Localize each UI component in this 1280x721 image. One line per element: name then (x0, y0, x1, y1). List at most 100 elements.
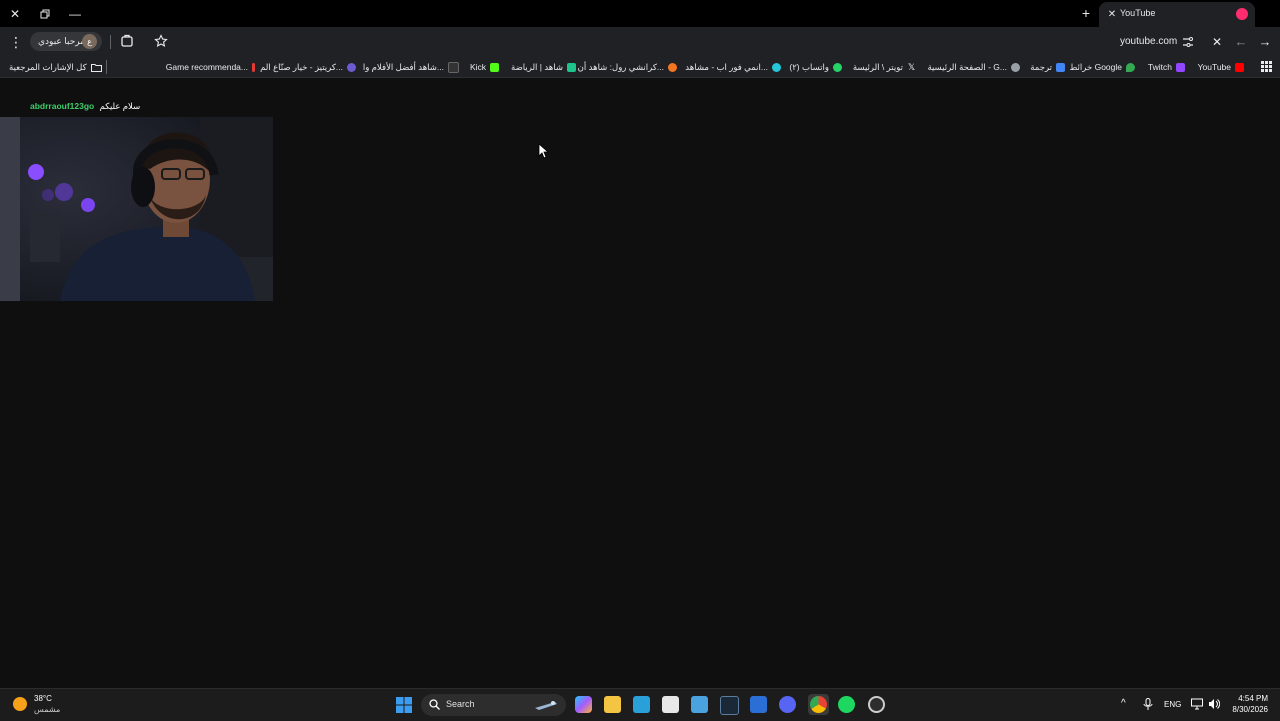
photos-icon[interactable] (633, 696, 650, 713)
streamer-webcam-image (0, 117, 273, 301)
bookmark-label: كرانشي رول: شاهد أن... (577, 61, 664, 72)
whatsapp-icon (833, 62, 842, 72)
divider (106, 60, 107, 74)
clock-time[interactable]: 4:54 PM (1234, 694, 1268, 703)
tab-youtube[interactable]: ✕ YouTube (1099, 2, 1255, 27)
youtube-favicon-icon (1236, 8, 1248, 20)
youtube-icon (1235, 62, 1244, 72)
bookmark-label: Twitch (1147, 62, 1172, 72)
bookmark-whatsapp[interactable]: (٢) واتساب (789, 60, 842, 74)
twitch-icon (1176, 62, 1185, 72)
microphone-icon[interactable] (1143, 698, 1153, 710)
tab-title: YouTube (1120, 8, 1156, 18)
bookmark-anime[interactable]: انمي فور اب - مشاهد... (685, 60, 781, 74)
microsoft-store-icon[interactable] (662, 696, 679, 713)
site-settings-icon[interactable] (1181, 35, 1195, 49)
language-indicator[interactable]: ENG (1164, 700, 1181, 709)
chat-username[interactable]: abdrraouf123go (30, 101, 94, 111)
spotify-icon[interactable] (838, 696, 855, 713)
bookmark-shahid-sports[interactable]: شاهد | الرياضة (511, 60, 576, 74)
taskbar: 38°C مشمس Search ^ ENG 4:54 PM 8/30/2026 (0, 688, 1280, 721)
game-icon (252, 62, 255, 72)
bookmark-kick[interactable]: Kick (470, 60, 499, 74)
search-icon (429, 699, 440, 710)
search-highlight-icon (535, 701, 557, 710)
all-bookmarks-folder[interactable]: كل الإشارات المرجعية (9, 60, 102, 74)
bookmark-twitter[interactable]: تويتر \ الرئيسة 𝕏 (853, 60, 916, 74)
bookmark-twitch[interactable]: Twitch (1148, 60, 1185, 74)
anime-icon (772, 62, 781, 72)
chat-message-text: سلام عليكم (99, 101, 141, 111)
obs-icon[interactable] (868, 696, 885, 713)
steam-icon[interactable] (720, 696, 739, 715)
chevron-up-icon[interactable]: ^ (1121, 698, 1126, 709)
bookmark-label: انمي فور اب - مشاهد... (685, 61, 768, 72)
maps-icon (1126, 62, 1135, 72)
bookmark-creators[interactable]: كريتيز - خيار صنّاع الم... (260, 60, 356, 74)
extensions-icon[interactable] (120, 34, 134, 48)
x-icon: 𝕏 (907, 61, 916, 72)
bookmark-translate[interactable]: ترجمة (1030, 60, 1065, 74)
bookmark-youtube[interactable]: YouTube (1198, 60, 1244, 74)
bookmark-star-icon[interactable] (154, 34, 168, 48)
discord-icon[interactable] (779, 696, 796, 713)
chrome-icon[interactable] (810, 696, 827, 713)
mouse-cursor-icon (538, 143, 550, 159)
bookmark-label: شاهد أفضل الأفلام وا... (362, 61, 444, 72)
apps-grid-icon[interactable] (1261, 61, 1272, 72)
restore-icon (40, 9, 50, 19)
windows-start-icon[interactable] (396, 697, 412, 713)
bookmark-label: تويتر \ الرئيسة (852, 61, 903, 72)
site-icon (1011, 62, 1020, 72)
mail-icon[interactable] (750, 696, 767, 713)
bookmark-label: Kick (469, 62, 486, 72)
bookmark-google-maps[interactable]: خرائط Google (1069, 60, 1135, 74)
minimize-window-button[interactable]: — (66, 5, 84, 23)
bookmark-label: شاهد | الرياضة (511, 61, 563, 72)
avatar: ع (82, 34, 97, 49)
app-window-icon[interactable] (691, 696, 708, 713)
bookmark-label: (٢) واتساب (789, 61, 829, 72)
creators-icon (347, 62, 356, 72)
menu-dots-icon[interactable]: ⋮ (9, 34, 23, 50)
search-placeholder: Search (446, 699, 475, 709)
bookmark-game-recommendations[interactable]: Game recommenda... (166, 60, 255, 74)
bookmark-label: Game recommenda... (165, 62, 248, 72)
back-arrow-icon[interactable]: ← (1234, 35, 1248, 49)
bookmark-label: كريتيز - خيار صنّاع الم... (260, 61, 343, 72)
divider (110, 35, 111, 49)
bookmark-label: كل الإشارات المرجعية (9, 61, 87, 72)
kick-icon (490, 62, 499, 72)
sun-weather-icon[interactable] (13, 697, 27, 711)
chat-message: abdrraouf123go سلام عليكم (30, 101, 140, 112)
restore-window-button[interactable] (36, 5, 54, 23)
folder-icon (90, 63, 102, 72)
file-explorer-icon[interactable] (604, 696, 621, 713)
volume-icon[interactable] (1208, 698, 1221, 710)
bookmark-label: خرائط Google (1069, 61, 1122, 72)
profile-name: مرحبا عبودي (38, 36, 86, 46)
crunchyroll-icon (668, 62, 677, 72)
tab-close-button[interactable]: ✕ (1105, 7, 1119, 21)
close-window-button[interactable]: ✕ (6, 5, 24, 23)
shahid-icon (567, 62, 576, 72)
bookmark-movies[interactable]: شاهد أفضل الأفلام وا... (363, 60, 459, 74)
weather-temperature[interactable]: 38°C (34, 694, 52, 703)
movies-icon (448, 61, 459, 73)
taskbar-search[interactable]: Search (421, 694, 566, 716)
bookmark-crunchyroll[interactable]: كرانشي رول: شاهد أن... (578, 60, 677, 74)
forward-arrow-icon[interactable]: → (1258, 35, 1272, 49)
copilot-icon[interactable] (575, 696, 592, 713)
address-bar-url[interactable]: youtube.com (1120, 36, 1177, 47)
new-tab-button[interactable]: + (1079, 5, 1093, 21)
translate-icon (1056, 62, 1065, 72)
clock-date[interactable]: 8/30/2026 (1226, 705, 1268, 714)
weather-description[interactable]: مشمس (34, 705, 60, 714)
browser-toolbar: ⋮ مرحبا عبودي ع youtube.com ✕ ← → (0, 27, 1280, 57)
stop-loading-icon[interactable]: ✕ (1210, 35, 1224, 49)
bookmark-homepage[interactable]: الصفحة الرئيسية - G... (927, 60, 1020, 74)
network-icon[interactable] (1191, 698, 1203, 710)
bookmark-label: ترجمة (1030, 61, 1052, 72)
bookmark-label: الصفحة الرئيسية - G... (927, 61, 1007, 72)
profile-button[interactable]: مرحبا عبودي ع (30, 32, 102, 51)
